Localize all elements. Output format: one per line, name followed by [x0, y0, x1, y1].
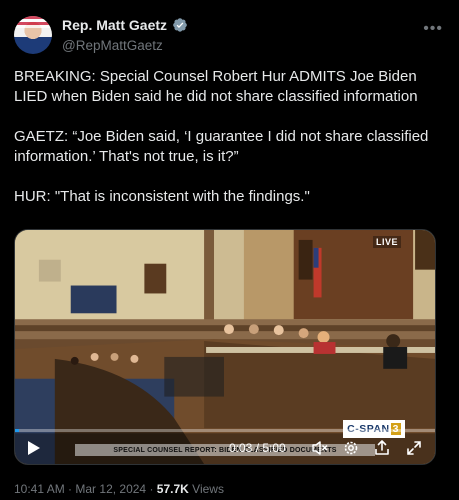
tweet-date[interactable]: Mar 12, 2024: [75, 482, 146, 496]
tweet-time[interactable]: 10:41 AM: [14, 482, 65, 496]
author-handle[interactable]: @RepMattGaetz: [62, 38, 163, 53]
author-name-row: Rep. Matt Gaetz: [62, 17, 188, 33]
tweet-paragraph: GAETZ: “Joe Biden said, ‘I guarantee I d…: [14, 128, 429, 165]
tweet-header: Rep. Matt Gaetz @RepMattGaetz •••: [14, 14, 445, 56]
settings-icon[interactable]: [342, 439, 360, 457]
author-display-name[interactable]: Rep. Matt Gaetz: [62, 17, 167, 33]
tweet-meta: 10:41 AM · Mar 12, 2024 · 57.7K Views: [14, 482, 224, 496]
video-time: 0:03 / 5:00: [229, 441, 286, 455]
video-controls: 0:03 / 5:00: [15, 432, 435, 464]
play-icon[interactable]: [27, 440, 41, 456]
meta-separator: ·: [68, 482, 73, 496]
avatar[interactable]: [14, 16, 52, 54]
tweet-text: BREAKING: Special Counsel Robert Hur ADM…: [14, 67, 445, 227]
tweet-paragraph: HUR: "That is inconsistent with the find…: [14, 188, 310, 205]
video-player[interactable]: LIVE C-SPAN 3 SPECIAL COUNSEL REPORT: BI…: [14, 229, 436, 465]
verified-badge-icon: [173, 18, 187, 32]
views-count: 57.7K: [156, 482, 189, 496]
tweet-paragraph: BREAKING: Special Counsel Robert Hur ADM…: [14, 68, 418, 105]
fullscreen-icon[interactable]: [405, 439, 423, 457]
mute-icon[interactable]: [311, 439, 329, 457]
more-options-icon[interactable]: •••: [423, 20, 443, 38]
meta-separator: ·: [149, 482, 154, 496]
share-icon[interactable]: [373, 439, 391, 457]
views-label: Views: [192, 482, 224, 496]
live-badge: LIVE: [372, 236, 401, 248]
